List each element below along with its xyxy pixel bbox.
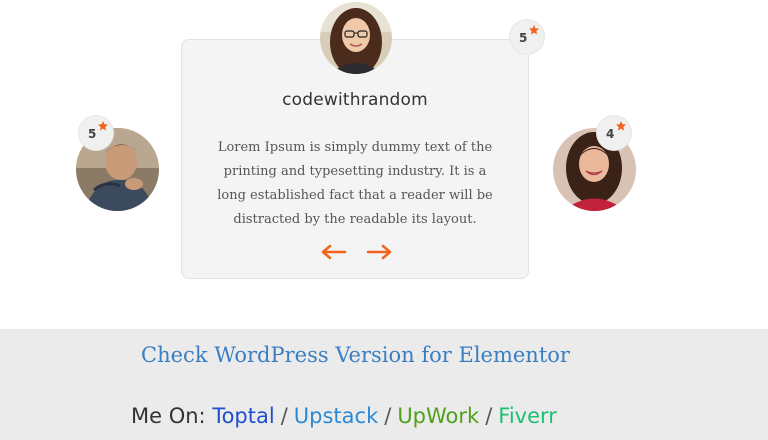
separator: / — [384, 404, 392, 428]
social-links: Me On: Toptal / Upstack / UpWork / Fiverr — [131, 404, 557, 428]
rating-badge-left: 5 — [79, 116, 113, 150]
rating-value: 5 — [519, 31, 528, 45]
rating-badge-center: 5 — [510, 20, 544, 54]
rating-value: 4 — [606, 127, 615, 141]
arrow-right-icon — [366, 244, 392, 260]
star-icon — [529, 25, 539, 35]
testimonial-text: Lorem Ipsum is simply dummy text of the … — [217, 140, 493, 227]
prev-button[interactable] — [321, 240, 347, 264]
separator: / — [280, 404, 288, 428]
upstack-link[interactable]: Upstack — [294, 404, 378, 428]
rating-badge-right: 4 — [597, 116, 631, 150]
next-button[interactable] — [366, 240, 392, 264]
wordpress-version-link[interactable]: Check WordPress Version for Elementor — [0, 343, 711, 367]
fiverr-link[interactable]: Fiverr — [498, 404, 557, 428]
star-icon — [616, 121, 626, 131]
upwork-link[interactable]: UpWork — [397, 404, 479, 428]
toptal-link[interactable]: Toptal — [212, 404, 274, 428]
me-on-label: Me On: — [131, 404, 206, 428]
rating-value: 5 — [88, 127, 97, 141]
star-icon — [98, 121, 108, 131]
avatar-center — [320, 2, 392, 74]
testimonial-author: codewithrandom — [282, 90, 428, 110]
arrow-left-icon — [321, 244, 347, 260]
separator: / — [485, 404, 493, 428]
